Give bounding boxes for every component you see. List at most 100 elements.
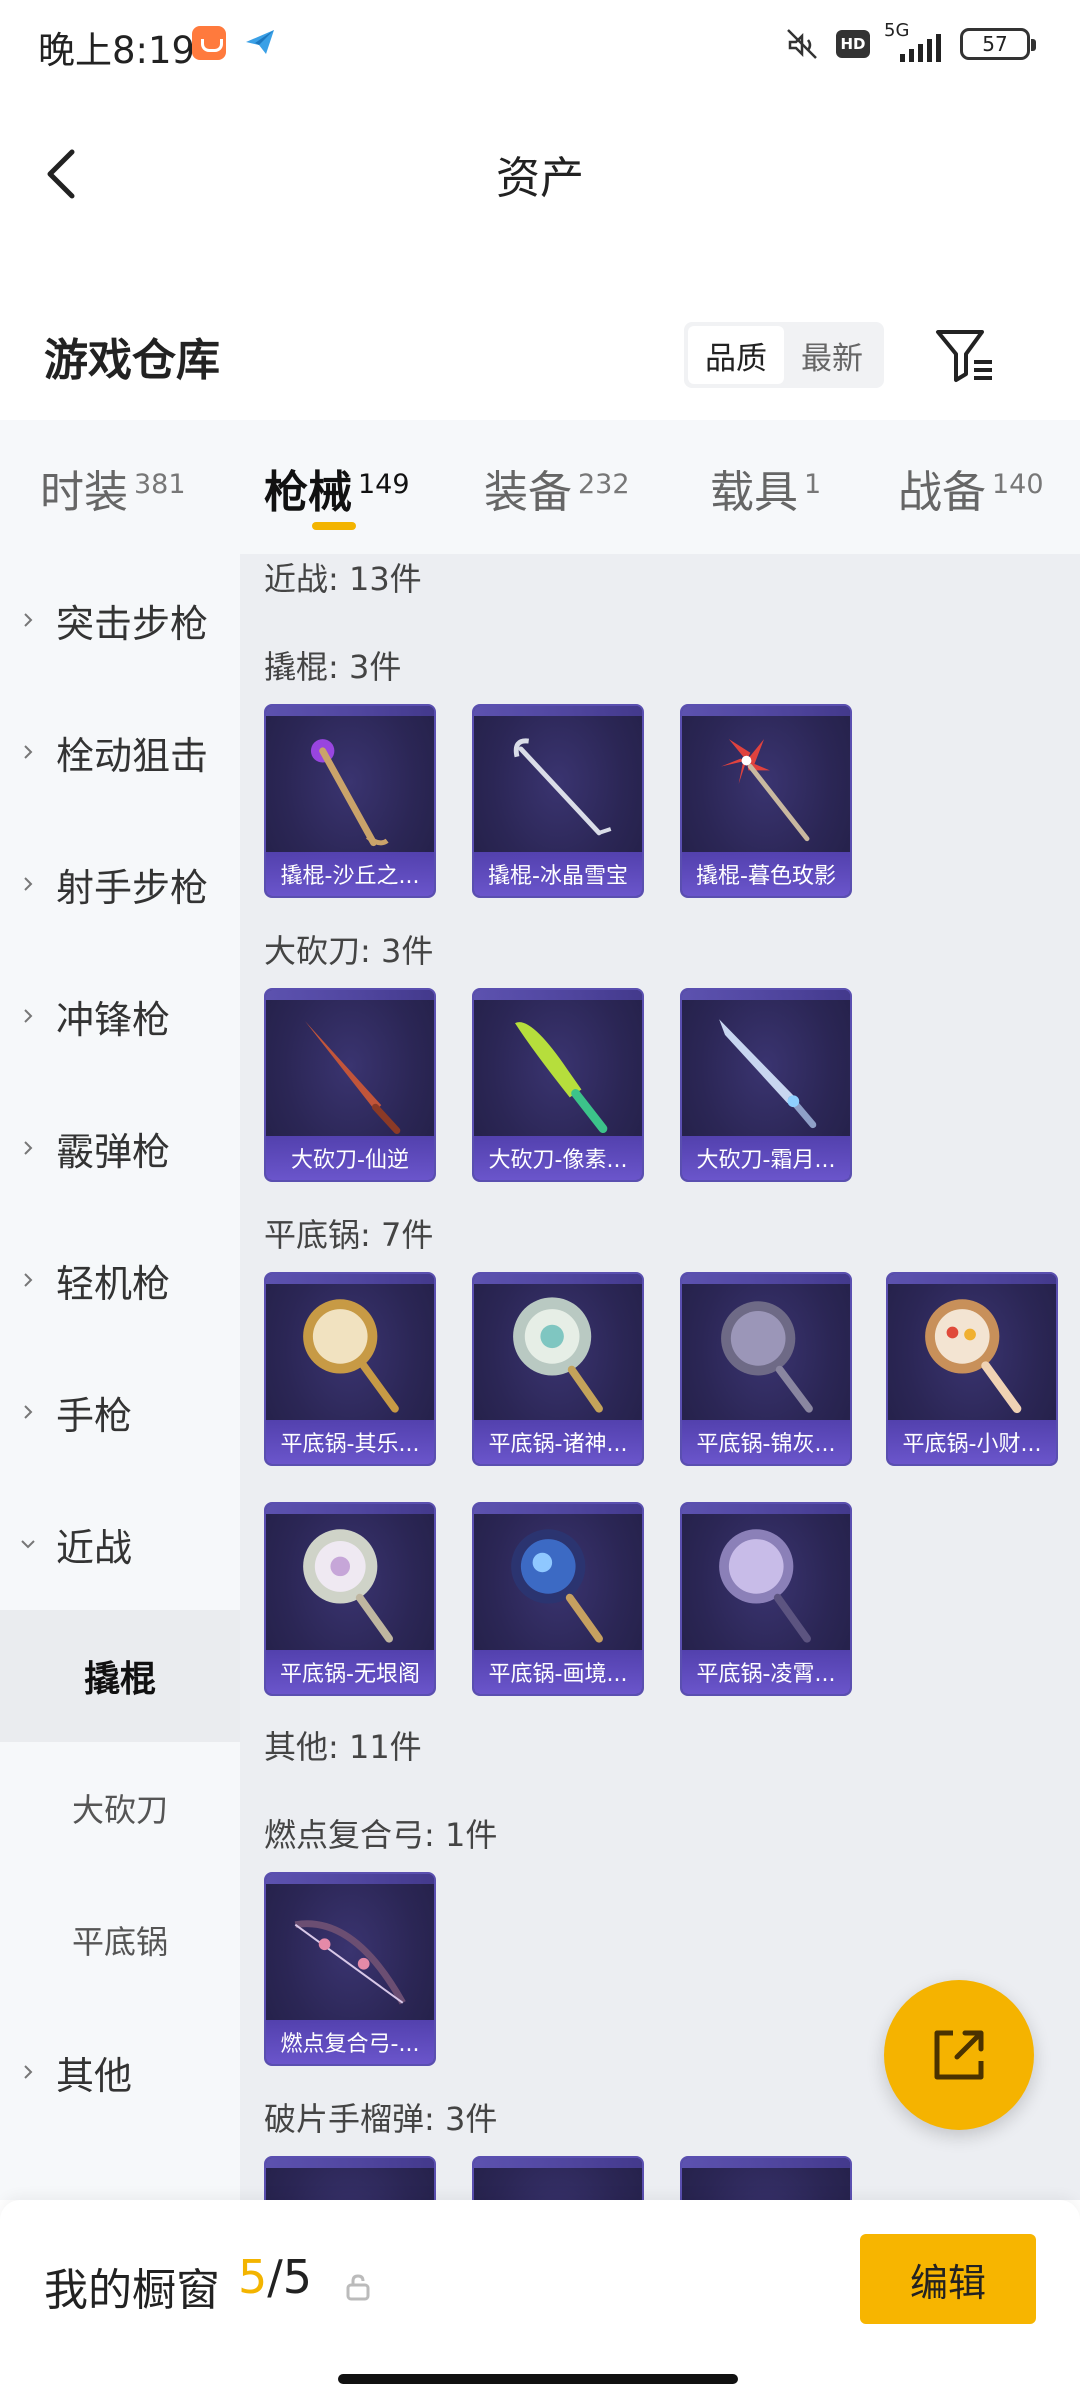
machete-art xyxy=(719,1019,817,1129)
item-card[interactable] xyxy=(264,2156,436,2200)
item-name: 平底锅-其乐... xyxy=(266,1420,434,1464)
section-label-crowbar: 撬棍: 3件 xyxy=(264,648,402,686)
item-card[interactable]: 撬棍-暮色玫影 xyxy=(680,704,852,898)
tab-count: 232 xyxy=(578,469,630,500)
sidebar-item-label: 栓动狙击 xyxy=(56,733,209,778)
tab-label: 载具 xyxy=(710,467,798,518)
sidebar-item-shotgun[interactable]: 霰弹枪 xyxy=(0,1082,240,1214)
sidebar-item-label: 其他 xyxy=(56,2053,133,2098)
chevron-right-icon xyxy=(24,745,33,759)
active-tab-indicator xyxy=(312,522,356,530)
mute-icon xyxy=(787,29,817,59)
tab-label: 装备 xyxy=(484,467,572,518)
item-card[interactable]: 平底锅-其乐... xyxy=(264,1272,436,1466)
showcase-current: 5 xyxy=(238,2250,268,2304)
sidebar-item-marksman-rifle[interactable]: 射手步枪 xyxy=(0,818,240,950)
sidebar-item-label: 手枪 xyxy=(56,1393,133,1438)
header: 资产 xyxy=(0,88,1080,258)
home-indicator[interactable] xyxy=(338,2374,738,2384)
crowbar-art xyxy=(721,739,810,842)
sidebar-item-label: 射手步枪 xyxy=(56,865,209,910)
crowbar-art xyxy=(310,739,389,847)
item-card[interactable]: 平底锅-诸神... xyxy=(472,1272,644,1466)
item-card[interactable]: 撬棍-冰晶雪宝 xyxy=(472,704,644,898)
tab-count: 1 xyxy=(804,469,822,500)
item-card[interactable] xyxy=(680,2156,852,2200)
warehouse-title: 游戏仓库 xyxy=(44,335,220,386)
section-label-compound-bow: 燃点复合弓: 1件 xyxy=(264,1816,498,1854)
pan-art xyxy=(511,1529,603,1643)
chevron-down-icon xyxy=(21,1540,35,1549)
chevron-right-icon xyxy=(24,1405,33,1419)
sidebar-item-smg[interactable]: 冲锋枪 xyxy=(0,950,240,1082)
item-card[interactable]: 大砍刀-霜月... xyxy=(680,988,852,1182)
battery-level: 57 xyxy=(982,32,1008,56)
item-grid[interactable]: 近战: 13件 撬棍: 3件 撬棍-沙丘之... 撬棍-冰晶雪宝 撬棍-暮色玫影… xyxy=(240,554,1080,2200)
sidebar: 突击步枪 栓动狙击 射手步枪 冲锋枪 霰弹枪 轻机枪 手枪 近战 撬棍 大砍刀 … xyxy=(0,554,240,2200)
showcase-max: 5 xyxy=(282,2250,313,2304)
sidebar-item-label: 冲锋枪 xyxy=(56,997,171,1042)
section-label-other: 其他: 11件 xyxy=(264,1728,422,1766)
sidebar-subitem-pan[interactable]: 平底锅 xyxy=(0,1874,240,2006)
item-card[interactable]: 大砍刀-仙逆 xyxy=(264,988,436,1182)
tab-count: 140 xyxy=(992,469,1044,500)
item-card[interactable]: 平底锅-无垠阁 xyxy=(264,1502,436,1696)
chevron-right-icon xyxy=(24,1009,33,1023)
item-card[interactable]: 大砍刀-像素... xyxy=(472,988,644,1182)
tab-label: 枪械 xyxy=(264,467,352,518)
sort-newest-option[interactable]: 最新 xyxy=(784,326,880,384)
pan-art xyxy=(925,1299,1022,1414)
bottom-bar: 我的橱窗 5/5 编辑 xyxy=(0,2200,1080,2400)
tab-label: 时装 xyxy=(40,467,128,518)
machete-art xyxy=(515,1022,608,1133)
item-name: 大砍刀-霜月... xyxy=(682,1136,850,1180)
edit-button[interactable]: 编辑 xyxy=(860,2234,1036,2324)
sidebar-item-assault-rifle[interactable]: 突击步枪 xyxy=(0,554,240,686)
tab-count: 381 xyxy=(134,469,186,500)
item-name: 平底锅-画境... xyxy=(474,1650,642,1694)
sidebar-item-lmg[interactable]: 轻机枪 xyxy=(0,1214,240,1346)
section-label-machete: 大砍刀: 3件 xyxy=(264,932,434,970)
chevron-right-icon xyxy=(24,2065,33,2079)
paper-plane-icon xyxy=(246,30,274,54)
sort-quality-option[interactable]: 品质 xyxy=(688,326,784,384)
page-title: 资产 xyxy=(496,153,584,204)
chevron-right-icon xyxy=(24,1273,33,1287)
sidebar-item-melee[interactable]: 近战 xyxy=(0,1478,240,1610)
sidebar-item-pistol[interactable]: 手枪 xyxy=(0,1346,240,1478)
pan-art xyxy=(719,1529,811,1643)
bow-art xyxy=(294,1920,406,2005)
sidebar-item-label: 近战 xyxy=(56,1525,133,1570)
sidebar-item-other[interactable]: 其他 xyxy=(0,2006,240,2138)
section-label-frag-grenade: 破片手榴弹: 3件 xyxy=(264,2100,498,2138)
sidebar-subitem-crowbar[interactable]: 撬棍 xyxy=(0,1610,240,1742)
item-name: 大砍刀-像素... xyxy=(474,1136,642,1180)
status-time: 晚上8:19 xyxy=(38,29,196,72)
item-card[interactable]: 平底锅-凌霄... xyxy=(680,1502,852,1696)
tab-label: 战备 xyxy=(898,467,986,518)
tab-vehicles[interactable]: 载具 1 xyxy=(710,456,821,520)
item-card[interactable]: 平底锅-锦灰... xyxy=(680,1272,852,1466)
item-name: 大砍刀-仙逆 xyxy=(266,1136,434,1180)
item-name: 撬棍-沙丘之... xyxy=(266,852,434,896)
tab-firearms[interactable]: 枪械 149 xyxy=(264,456,410,520)
item-card[interactable]: 平底锅-小财... xyxy=(886,1272,1058,1466)
item-card[interactable]: 平底锅-画境... xyxy=(472,1502,644,1696)
item-card[interactable]: 燃点复合弓-... xyxy=(264,1872,436,2066)
tab-outfits[interactable]: 时装 381 xyxy=(40,456,186,520)
machete-art xyxy=(305,1021,401,1134)
sidebar-item-label: 突击步枪 xyxy=(56,601,209,646)
pan-art xyxy=(303,1529,393,1643)
tab-equipment[interactable]: 装备 232 xyxy=(484,456,630,520)
filter-icon[interactable] xyxy=(930,322,1000,388)
share-button[interactable] xyxy=(884,1980,1034,2130)
tab-gear[interactable]: 战备 140 xyxy=(898,456,1044,520)
chevron-right-icon xyxy=(24,613,33,627)
category-tabs: 时装 381 枪械 149 装备 232 载具 1 战备 140 xyxy=(0,420,1080,554)
item-card[interactable] xyxy=(472,2156,644,2200)
item-card[interactable]: 撬棍-沙丘之... xyxy=(264,704,436,898)
tab-count: 149 xyxy=(358,469,410,500)
sidebar-item-bolt-sniper[interactable]: 栓动狙击 xyxy=(0,686,240,818)
sidebar-subitem-machete[interactable]: 大砍刀 xyxy=(0,1742,240,1874)
battery-icon: 57 xyxy=(960,28,1036,60)
